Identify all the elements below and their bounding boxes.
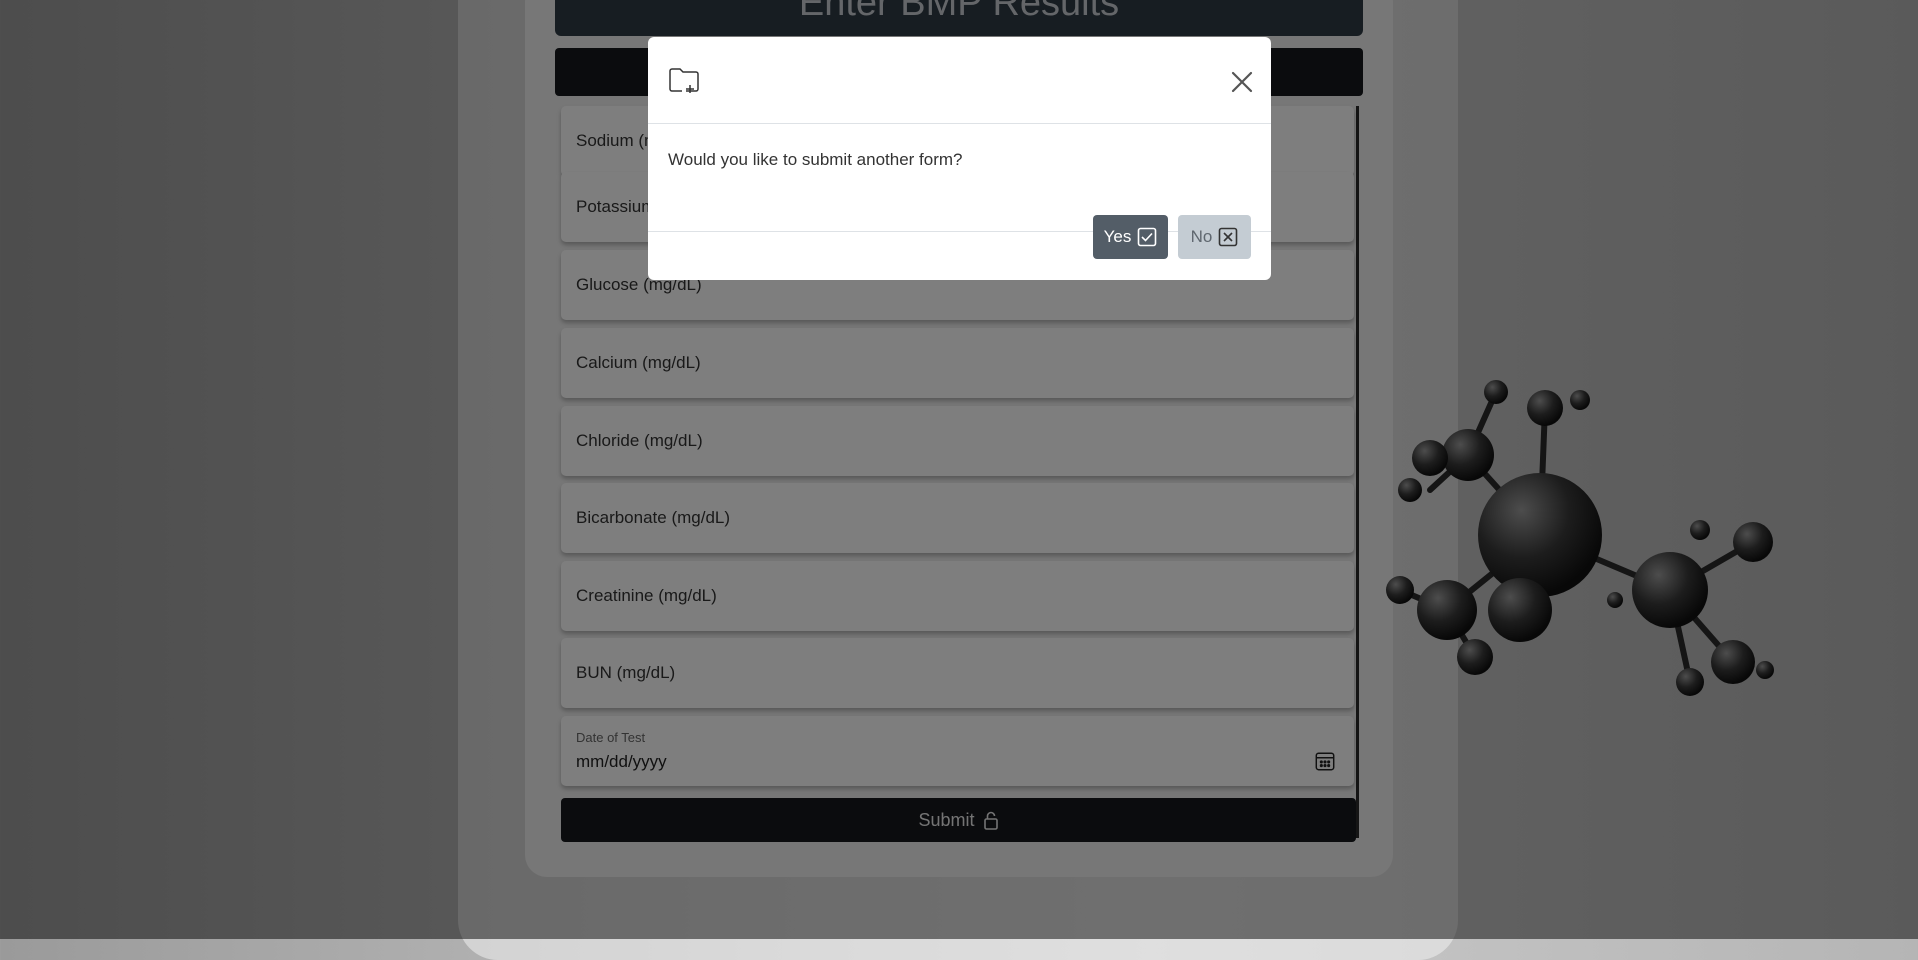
no-label: No <box>1190 227 1213 246</box>
x-square-icon <box>1219 227 1238 247</box>
yes-label: Yes <box>1103 227 1132 246</box>
modal-message: Would you like to submit another form? <box>668 150 963 169</box>
close-icon[interactable] <box>1228 68 1256 96</box>
yes-button[interactable]: Yes <box>1093 215 1168 259</box>
check-square-icon <box>1138 227 1157 247</box>
no-button[interactable]: No <box>1178 215 1251 259</box>
modal-body: Would you like to submit another form? <box>648 124 1271 232</box>
folder-plus-icon <box>669 68 699 93</box>
modal-header <box>648 37 1271 124</box>
